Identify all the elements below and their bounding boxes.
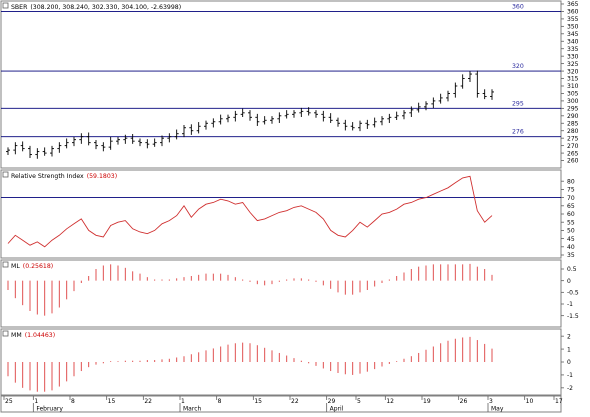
- price-level-label: 320: [512, 63, 524, 70]
- mm-panel-axis-tick-label: 1: [567, 346, 571, 353]
- time-axis-day-label: 25: [5, 398, 13, 405]
- price-axis-tick-label: 300: [567, 98, 579, 105]
- ml-panel-axis-tick-label: 0.5: [567, 266, 577, 273]
- mm-panel-value-text: (1.04463): [25, 332, 55, 339]
- mm-panel-title: MM (1.04463): [11, 332, 55, 339]
- price-level-label: 360: [512, 3, 524, 10]
- time-axis-day-label: 3: [489, 398, 493, 405]
- mm-panel-axis-tick-label: 0: [567, 359, 571, 366]
- price-level-label: 276: [512, 129, 524, 136]
- price-panel-window-icon: [2, 2, 9, 9]
- time-axis-day-label: 19: [423, 398, 431, 405]
- ml-panel-title-text: ML: [11, 263, 20, 270]
- time-axis-day-label: 29: [328, 398, 336, 405]
- price-axis-tick-label: 275: [567, 135, 579, 142]
- rsi-axis-tick-label: 45: [567, 236, 575, 243]
- price-axis-tick-label: 325: [567, 61, 579, 68]
- mm-panel-axis-tick-label: -2: [567, 385, 573, 392]
- rsi-axis-tick-label: 35: [567, 252, 575, 259]
- time-axis-day-label: 22: [291, 398, 299, 405]
- chart-window: 276 295 320 360 SBER (308.200, 308.240, 302.3…: [0, 0, 590, 413]
- price-panel-value-text: (308.200, 308.240, 302.330, 304.100, -2.…: [30, 4, 181, 11]
- mm-panel-title-text: MM: [11, 332, 22, 339]
- rsi-panel-value-text: (59.1803): [87, 173, 117, 180]
- time-axis-month-label: March: [183, 406, 201, 413]
- rsi-panel: [0, 169, 562, 259]
- price-axis-tick-label: 365: [567, 1, 579, 8]
- time-axis-day-label: 17: [555, 398, 563, 405]
- price-axis-tick-label: 330: [567, 53, 579, 60]
- price-axis-tick-label: 355: [567, 16, 579, 23]
- ml-panel-axis-tick-label: -1.5: [567, 313, 579, 320]
- ml-panel-window-icon: [2, 261, 9, 268]
- price-axis-tick-label: 305: [567, 91, 579, 98]
- rsi-axis-tick-label: 60: [567, 211, 575, 218]
- rsi-axis-tick-label: 70: [567, 195, 575, 202]
- rsi-panel-title: Relative Strength Index (59.1803): [11, 173, 117, 180]
- price-axis-tick-label: 310: [567, 83, 579, 90]
- ml-panel-title: ML (0.25618): [11, 263, 53, 270]
- price-axis-tick-label: 265: [567, 150, 579, 157]
- price-axis-tick-label: 335: [567, 46, 579, 53]
- rsi-panel-title-text: Relative Strength Index: [11, 173, 84, 180]
- price-axis-tick-label: 345: [567, 31, 579, 38]
- time-axis-day-label: 15: [254, 398, 262, 405]
- price-axis-tick-label: 360: [567, 9, 579, 16]
- time-axis-day-label: 22: [144, 398, 152, 405]
- rsi-axis-tick-label: 75: [567, 187, 575, 194]
- price-panel-title: SBER (308.200, 308.240, 302.330, 304.100,…: [11, 4, 181, 11]
- rsi-axis-tick-label: 65: [567, 203, 575, 210]
- time-axis-day-label: 8: [71, 398, 75, 405]
- price-panel-title-text: SBER: [11, 4, 28, 11]
- price-axis-tick-label: 320: [567, 68, 579, 75]
- time-axis-month-label: May: [491, 406, 504, 413]
- rsi-axis-tick-label: 80: [567, 178, 575, 185]
- time-axis-day-label: 12: [386, 398, 394, 405]
- ml-panel-value-text: (0.25618): [23, 263, 53, 270]
- rsi-axis-tick-label: 55: [567, 219, 575, 226]
- time-axis-day-label: 8: [218, 398, 222, 405]
- price-axis-tick-label: 290: [567, 113, 579, 120]
- time-axis-day-label: 1: [181, 398, 185, 405]
- rsi-axis-tick-label: 40: [567, 244, 575, 251]
- time-axis-day-label: 1: [34, 398, 38, 405]
- price-axis-tick-label: 285: [567, 120, 579, 127]
- price-axis-tick-label: 295: [567, 106, 579, 113]
- time-axis-day-label: 26: [460, 398, 468, 405]
- mm-panel-axis-tick-label: 2: [567, 333, 571, 340]
- price-axis-tick-label: 270: [567, 143, 579, 150]
- time-axis-day-label: 10: [526, 398, 534, 405]
- price-axis-tick-label: 315: [567, 76, 579, 83]
- price-level-label: 295: [512, 100, 524, 107]
- chart-svg: 276295320360SBER (308.200, 308.240, 302.3…: [0, 0, 579, 413]
- time-axis: [0, 395, 562, 413]
- mm-panel-axis-tick-label: -1: [567, 372, 573, 379]
- rsi-axis-tick-label: 50: [567, 228, 575, 235]
- ml-panel-axis-tick-label: 0: [567, 278, 571, 285]
- rsi-panel-window-icon: [2, 171, 9, 178]
- price-axis-tick-label: 340: [567, 38, 579, 45]
- price-axis-tick-label: 260: [567, 158, 579, 165]
- time-axis-month-label: February: [36, 406, 63, 413]
- price-axis-tick-label: 350: [567, 24, 579, 31]
- time-axis-day-label: 15: [108, 398, 116, 405]
- price-axis-tick-label: 280: [567, 128, 579, 135]
- ml-panel-axis-tick-label: -1: [567, 301, 573, 308]
- ml-panel-axis-tick-label: -0.5: [567, 290, 579, 297]
- time-axis-day-label: 5: [357, 398, 361, 405]
- time-axis-month-label: April: [330, 406, 344, 413]
- mm-panel-window-icon: [2, 330, 9, 337]
